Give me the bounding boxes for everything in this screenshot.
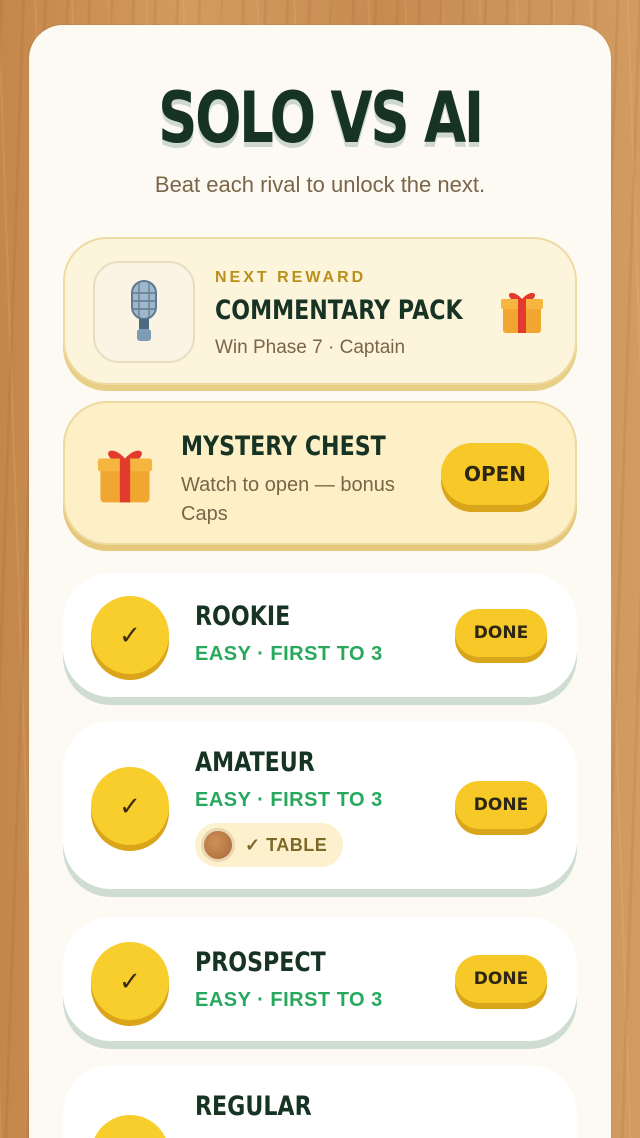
level-card-prospect[interactable]: ✓ PROSPECT EASY · FIRST TO 3 DONE [63,917,577,1041]
mystery-chest-card: MYSTERY CHEST Watch to open — bonus Caps… [63,401,577,545]
level-card-amateur[interactable]: ✓ AMATEUR EASY · FIRST TO 3 ✓ TABLE DONE [63,721,577,889]
level-name: ROOKIE [195,601,291,632]
main-panel: SOLO VS AI Beat each rival to unlock the… [29,25,611,1138]
level-name: REGULAR [195,1091,312,1122]
reward-kicker: NEXT REWARD [215,269,367,286]
level-name: AMATEUR [195,747,315,778]
open-chest-button[interactable]: OPEN [441,443,549,505]
check-icon: ✓ [91,767,169,845]
reward-name: COMMENTARY PACK [215,295,463,326]
level-card-regular[interactable]: REGULAR [63,1065,577,1138]
level-meta: EASY · FIRST TO 3 [195,643,383,665]
level-meta: EASY · FIRST TO 3 [195,789,383,811]
done-button[interactable]: DONE [455,609,547,657]
gift-icon [95,443,155,510]
table-swatch-icon [201,828,235,862]
reward-requirement: Win Phase 7 · Captain [215,337,406,358]
page-subtitle: Beat each rival to unlock the next. [154,172,486,197]
unlock-chip: ✓ TABLE [195,823,343,867]
chest-name: MYSTERY CHEST [181,431,386,462]
status-circle [91,1115,169,1138]
microphone-icon [93,261,195,363]
done-button[interactable]: DONE [455,781,547,829]
level-card-rookie[interactable]: ✓ ROOKIE EASY · FIRST TO 3 DONE [63,573,577,697]
chest-description: Watch to open — bonus Caps [181,474,395,525]
check-icon: ✓ [91,596,169,674]
unlock-label: ✓ TABLE [245,834,328,855]
level-name: PROSPECT [195,947,326,978]
page-title: SOLO VS AI [158,77,484,159]
done-button[interactable]: DONE [455,955,547,1003]
level-meta: EASY · FIRST TO 3 [195,989,383,1011]
next-reward-card: NEXT REWARD COMMENTARY PACK Win Phase 7 … [63,237,577,385]
gift-icon [499,287,545,340]
check-icon: ✓ [91,942,169,1020]
